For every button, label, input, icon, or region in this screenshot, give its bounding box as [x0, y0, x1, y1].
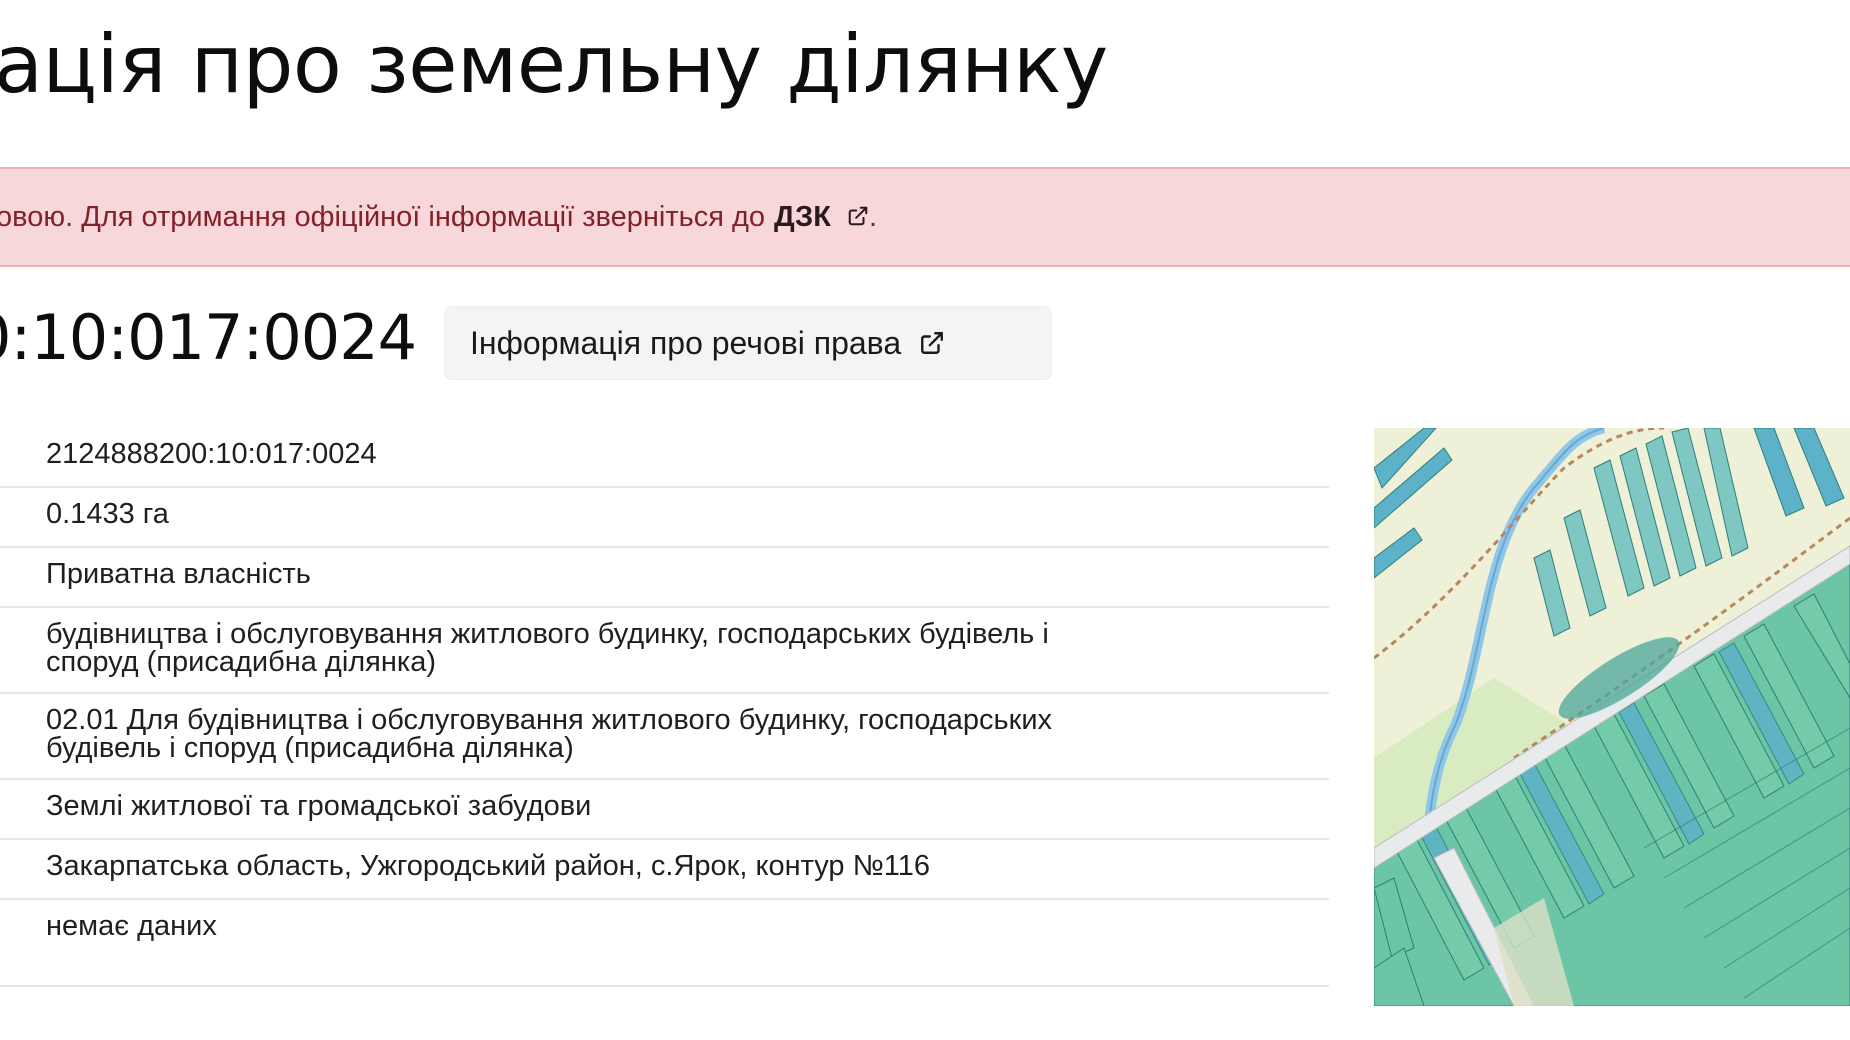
- cadastral-number-heading: 0:10:017:0024: [0, 301, 417, 374]
- detail-row-location: Закарпатська область, Ужгородський район…: [0, 840, 1329, 900]
- detail-value-line1: 02.01 Для будівництва і обслуговування ж…: [46, 704, 1053, 736]
- external-link-icon: [921, 332, 944, 354]
- external-link-icon: [848, 206, 868, 225]
- detail-row-land-category: Землі житлової та громадської забудови: [0, 780, 1329, 840]
- page-title: ація про земельну ділянку: [0, 18, 1108, 111]
- detail-value: Землі житлової та громадської забудови: [46, 790, 592, 822]
- detail-row-purpose-code: 02.01 Для будівництва і обслуговування ж…: [0, 694, 1329, 780]
- parcel-map-canvas[interactable]: [1374, 428, 1850, 1006]
- detail-row-area: 0.1433 га: [0, 488, 1329, 548]
- detail-value-line2: споруд (присадибна ділянка): [46, 646, 437, 678]
- detail-row-purpose: будівництва і обслуговування житлового б…: [0, 608, 1329, 694]
- detail-row-extra: немає даних: [0, 900, 1329, 987]
- detail-row-ownership: Приватна власність: [0, 548, 1329, 608]
- parcel-details-table: 2124888200:10:017:0024 0.1433 га Приватн…: [0, 428, 1329, 987]
- dzk-link[interactable]: ДЗК: [774, 201, 869, 234]
- detail-value-line2: будівель і споруд (присадибна ділянка): [46, 732, 574, 764]
- alert-suffix: .: [868, 200, 878, 233]
- detail-row-cadastral-number: 2124888200:10:017:0024: [0, 428, 1329, 488]
- detail-value: 2124888200:10:017:0024: [46, 438, 377, 470]
- detail-value: Приватна власність: [46, 558, 311, 590]
- detail-value: Закарпатська область, Ужгородський район…: [46, 850, 930, 882]
- dzk-link-label[interactable]: ДЗК: [774, 201, 831, 233]
- detail-value: немає даних: [46, 910, 217, 942]
- alert-content: овою. Для отримання офіційної інформації…: [0, 169, 877, 265]
- detail-value-line1: будівництва і обслуговування житлового б…: [46, 618, 1049, 650]
- property-rights-button-label[interactable]: Інформація про речові права: [470, 325, 901, 362]
- page: ація про земельну ділянку овою. Для отри…: [0, 0, 1850, 1040]
- detail-value: 0.1433 га: [46, 498, 169, 530]
- property-rights-button[interactable]: Інформація про речові права: [444, 306, 1052, 380]
- alert-text: овою. Для отримання офіційної інформації…: [0, 200, 766, 233]
- disclaimer-alert: овою. Для отримання офіційної інформації…: [0, 167, 1850, 267]
- parcel-map[interactable]: [1374, 428, 1850, 1006]
